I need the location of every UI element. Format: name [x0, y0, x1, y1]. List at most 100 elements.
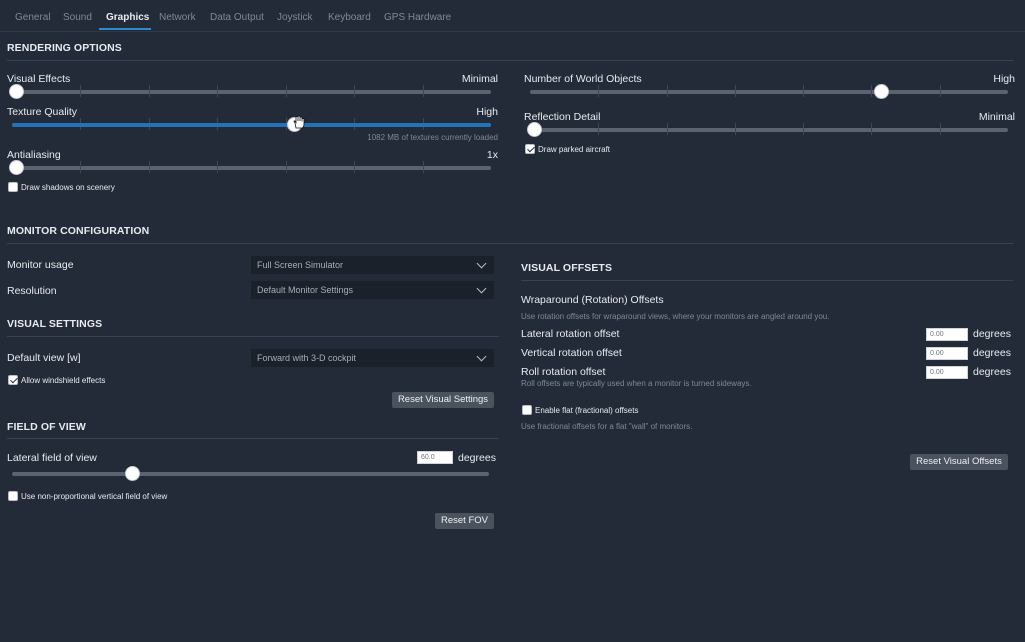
slider-tick [286, 85, 287, 97]
tab-gps-hardware[interactable]: GPS Hardware [384, 12, 451, 23]
visual-offsets-divider [521, 280, 1013, 281]
monitor-configuration-title: MONITOR CONFIGURATION [7, 225, 150, 237]
slider-knob[interactable] [124, 466, 140, 481]
reset-visual-offsets-button[interactable]: Reset Visual Offsets [910, 454, 1008, 470]
slider-tick [940, 123, 941, 135]
slider-tick [598, 123, 599, 135]
antialiasing-slider[interactable] [9, 160, 491, 175]
slider-tick [217, 85, 218, 97]
tab-general[interactable]: General [15, 12, 51, 23]
tab-data-output[interactable]: Data Output [210, 12, 264, 23]
hand-cursor-icon [293, 115, 305, 129]
slider-tick [217, 161, 218, 173]
roll-offsets-note: Roll offsets are typically used when a m… [521, 379, 752, 388]
slider-tick [803, 85, 804, 97]
lateral-rotation-label: Lateral rotation offset [521, 328, 620, 340]
slider-tick [80, 161, 81, 173]
windshield-effects-checkbox[interactable] [8, 375, 18, 385]
slider-tick [286, 161, 287, 173]
non-proportional-fov-checkbox[interactable] [8, 491, 18, 501]
slider-tick [735, 85, 736, 97]
antialiasing-value: 1x [486, 149, 498, 161]
tab-graphics[interactable]: Graphics [106, 12, 149, 23]
resolution-dropdown[interactable]: Default Monitor Settings [251, 281, 494, 299]
visual-settings-title: VISUAL SETTINGS [7, 318, 103, 330]
vertical-rotation-label: Vertical rotation offset [521, 347, 622, 359]
slider-tick [423, 85, 424, 97]
slider-knob[interactable] [527, 122, 542, 137]
fov-divider [7, 438, 499, 439]
tab-bar: General Sound Graphics Network Data Outp… [0, 0, 1025, 32]
wraparound-offsets-heading: Wraparound (Rotation) Offsets [521, 294, 664, 306]
slider-fill [12, 123, 491, 127]
draw-shadows-label: Draw shadows on scenery [21, 183, 115, 192]
lateral-fov-slider[interactable] [12, 466, 489, 481]
vertical-rotation-input[interactable] [926, 347, 968, 360]
slider-knob[interactable] [874, 84, 890, 99]
rendering-options-title: RENDERING OPTIONS [7, 42, 122, 54]
slider-tick [354, 85, 355, 97]
flat-offsets-checkbox[interactable] [522, 405, 532, 415]
resolution-label: Resolution [7, 285, 57, 297]
slider-tick [149, 161, 150, 173]
tab-joystick[interactable]: Joystick [277, 12, 313, 23]
non-proportional-fov-label: Use non-proportional vertical field of v… [21, 492, 168, 501]
tab-keyboard[interactable]: Keyboard [328, 12, 371, 23]
texture-quality-label: Texture Quality [7, 106, 78, 118]
roll-rotation-input[interactable] [926, 366, 968, 379]
tab-network[interactable]: Network [159, 12, 196, 23]
default-view-value: Forward with 3-D cockpit [257, 353, 357, 363]
wraparound-offsets-description: Use rotation offsets for wraparound view… [521, 312, 830, 321]
reset-visual-settings-button[interactable]: Reset Visual Settings [392, 392, 494, 408]
rendering-divider [7, 60, 1013, 61]
flat-offsets-label: Enable flat (fractional) offsets [535, 406, 639, 415]
default-view-label: Default view [w] [7, 352, 81, 364]
vertical-rotation-unit: degrees [973, 347, 1011, 359]
lateral-fov-label: Lateral field of view [7, 452, 97, 464]
slider-tick [598, 85, 599, 97]
slider-tick [940, 85, 941, 97]
slider-tick [667, 123, 668, 135]
active-tab-indicator [99, 28, 151, 30]
reset-fov-button[interactable]: Reset FOV [435, 513, 494, 529]
chevron-down-icon [476, 258, 487, 269]
slider-knob[interactable] [9, 160, 24, 175]
slider-tick [80, 85, 81, 97]
tab-sound[interactable]: Sound [63, 12, 92, 23]
world-objects-slider[interactable] [530, 84, 1008, 99]
monitor-usage-value: Full Screen Simulator [257, 260, 344, 270]
monitor-usage-label: Monitor usage [7, 259, 74, 271]
reflection-detail-slider[interactable] [527, 122, 1008, 137]
flat-offsets-note: Use fractional offsets for a flat "wall"… [521, 422, 693, 431]
monitor-divider [7, 243, 1013, 244]
default-view-dropdown[interactable]: Forward with 3-D cockpit [251, 349, 494, 367]
resolution-value: Default Monitor Settings [257, 285, 354, 295]
slider-tick [871, 123, 872, 135]
chevron-down-icon [476, 283, 487, 294]
reflection-detail-value: Minimal [978, 111, 1015, 123]
visual-settings-divider [7, 336, 499, 337]
world-objects-value: High [993, 73, 1015, 85]
draw-shadows-checkbox[interactable] [8, 182, 18, 192]
draw-parked-aircraft-checkbox[interactable] [525, 144, 535, 154]
roll-rotation-label: Roll rotation offset [521, 366, 606, 378]
visual-effects-value: Minimal [461, 73, 498, 85]
slider-tick [735, 123, 736, 135]
texture-memory-note: 1082 MB of textures currently loaded [367, 133, 498, 142]
draw-parked-aircraft-label: Draw parked aircraft [538, 145, 611, 154]
lateral-fov-unit: degrees [458, 452, 496, 464]
chevron-down-icon [476, 351, 487, 362]
roll-rotation-unit: degrees [973, 366, 1011, 378]
slider-tick [149, 85, 150, 97]
slider-tick [423, 161, 424, 173]
slider-knob[interactable] [9, 84, 24, 99]
monitor-usage-dropdown[interactable]: Full Screen Simulator [251, 256, 494, 274]
texture-quality-slider[interactable] [12, 117, 491, 132]
slider-tick [354, 161, 355, 173]
world-objects-label: Number of World Objects [524, 73, 642, 85]
windshield-effects-label: Allow windshield effects [21, 376, 106, 385]
lateral-fov-input[interactable] [417, 451, 453, 464]
visual-effects-slider[interactable] [9, 84, 491, 99]
slider-tick [803, 123, 804, 135]
lateral-rotation-input[interactable] [926, 328, 968, 341]
